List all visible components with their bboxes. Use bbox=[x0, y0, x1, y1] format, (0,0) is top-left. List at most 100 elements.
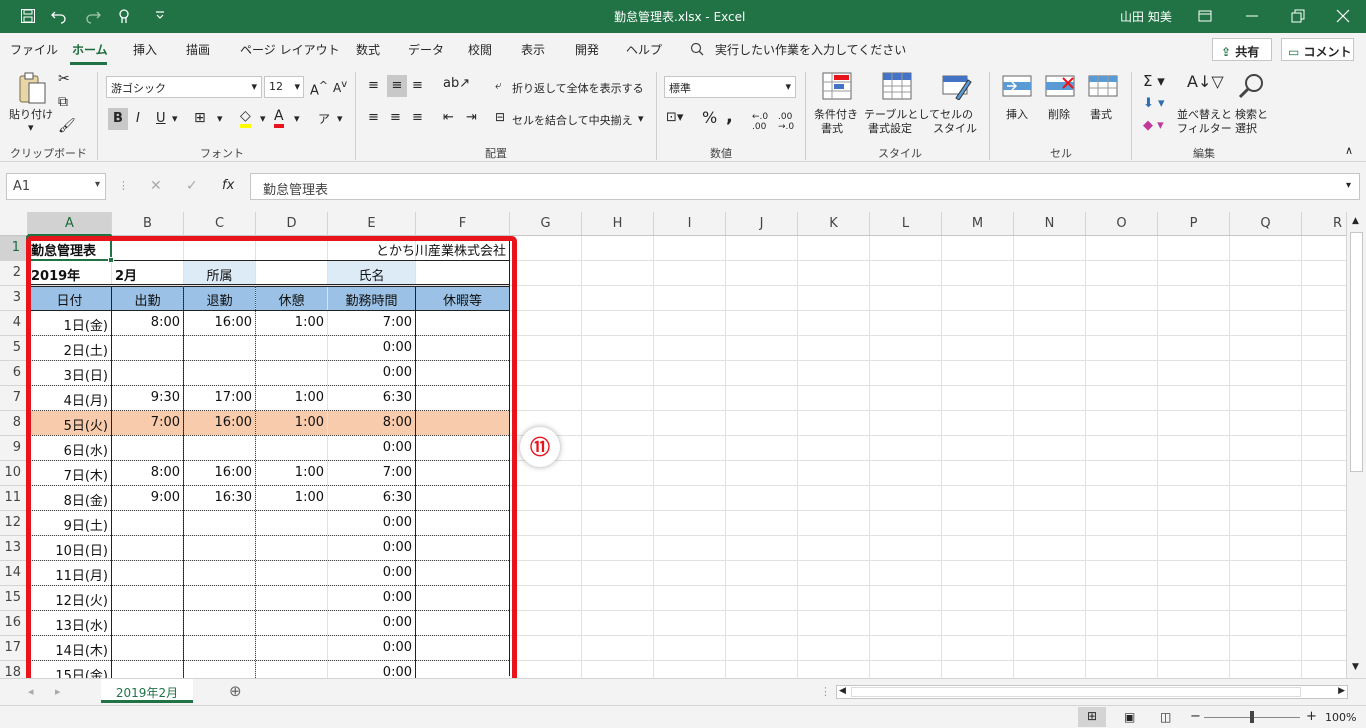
page-layout-view-icon[interactable]: ▣ bbox=[1124, 710, 1135, 724]
align-left-icon[interactable]: ≡ bbox=[368, 110, 379, 125]
copy-icon[interactable]: ⧉ bbox=[58, 94, 68, 110]
page-break-view-icon[interactable]: ◫ bbox=[1160, 710, 1171, 724]
select-all-corner[interactable] bbox=[0, 212, 28, 236]
row-header[interactable]: 18 bbox=[0, 661, 28, 678]
column-header[interactable]: P bbox=[1158, 212, 1230, 236]
underline-icon[interactable]: U bbox=[156, 111, 166, 126]
cut-icon[interactable]: ✂ bbox=[58, 71, 70, 87]
undo-icon[interactable] bbox=[50, 8, 68, 24]
merge-center-icon[interactable]: ⊟ bbox=[495, 110, 505, 124]
row-header[interactable]: 13 bbox=[0, 536, 28, 561]
align-center-icon[interactable]: ≡ bbox=[390, 110, 401, 125]
tab-draw[interactable]: 描画 bbox=[186, 41, 210, 58]
clear-icon[interactable]: ◆ ▾ bbox=[1143, 118, 1164, 133]
merge-center-label[interactable]: セルを結合して中央揃え bbox=[512, 112, 633, 128]
ribbon-display-icon[interactable] bbox=[1198, 9, 1212, 23]
zoom-out-icon[interactable]: − bbox=[1190, 709, 1201, 724]
scroll-up-icon[interactable]: ▲ bbox=[1352, 216, 1359, 226]
row-header[interactable]: 16 bbox=[0, 611, 28, 636]
increase-decimal-icon[interactable]: ←.0.00 bbox=[752, 112, 768, 132]
chevron-down-icon[interactable]: ▾ bbox=[260, 112, 266, 125]
scroll-right-icon[interactable]: ▶ bbox=[1338, 686, 1345, 696]
cell-styles-icon[interactable] bbox=[942, 72, 972, 100]
row-header[interactable]: 4 bbox=[0, 311, 28, 336]
zoom-level[interactable]: 100% bbox=[1325, 711, 1356, 724]
borders-icon[interactable]: ⊞ bbox=[194, 110, 206, 126]
conditional-format-icon[interactable] bbox=[822, 72, 852, 100]
row-header[interactable]: 7 bbox=[0, 386, 28, 411]
tab-data[interactable]: データ bbox=[408, 41, 444, 58]
row-header[interactable]: 6 bbox=[0, 361, 28, 386]
column-header[interactable]: K bbox=[798, 212, 870, 236]
formula-input[interactable]: 勤怠管理表 bbox=[250, 173, 1360, 200]
orientation-icon[interactable]: ab↗ bbox=[443, 76, 470, 91]
paste-label[interactable]: 貼り付け bbox=[9, 106, 53, 122]
find-select-label-2[interactable]: 選択 bbox=[1235, 120, 1257, 136]
row-header[interactable]: 17 bbox=[0, 636, 28, 661]
row-header[interactable]: 3 bbox=[0, 286, 28, 311]
tab-view[interactable]: 表示 bbox=[521, 41, 545, 58]
scroll-left-icon[interactable]: ◀ bbox=[839, 686, 846, 696]
sort-filter-label-2[interactable]: フィルター bbox=[1177, 120, 1232, 136]
wrap-text-label[interactable]: 折り返して全体を表示する bbox=[512, 80, 644, 96]
font-name-select[interactable]: 游ゴシック ▾ bbox=[106, 76, 262, 98]
wrap-text-icon[interactable]: ⤶ bbox=[495, 78, 502, 93]
chevron-down-icon[interactable]: ▾ bbox=[337, 112, 343, 125]
comments-button[interactable]: ▭ コメント bbox=[1281, 38, 1354, 61]
font-color-icon[interactable]: A bbox=[274, 108, 284, 128]
accounting-format-icon[interactable]: ⊡▾ bbox=[666, 110, 683, 125]
row-header[interactable]: 8 bbox=[0, 411, 28, 436]
column-header[interactable]: O bbox=[1086, 212, 1158, 236]
collapse-ribbon-icon[interactable]: ∧ bbox=[1345, 144, 1353, 157]
minimize-icon[interactable] bbox=[1245, 9, 1259, 23]
column-header[interactable]: L bbox=[870, 212, 942, 236]
vertical-scrollbar[interactable]: ▲ ▼ bbox=[1346, 212, 1366, 678]
autosum-icon[interactable]: Σ ▾ bbox=[1143, 72, 1165, 90]
format-as-table-label-2[interactable]: 書式設定 bbox=[868, 120, 912, 136]
column-header[interactable]: I bbox=[654, 212, 726, 236]
decrease-font-icon[interactable]: Av bbox=[333, 79, 347, 95]
font-size-select[interactable]: 12 ▾ bbox=[264, 76, 304, 98]
chevron-down-icon[interactable]: ▾ bbox=[638, 112, 644, 125]
column-header[interactable]: A bbox=[28, 212, 112, 236]
confirm-entry-icon[interactable]: ✓ bbox=[186, 178, 198, 194]
insert-cells-icon[interactable] bbox=[1002, 74, 1032, 98]
format-painter-icon[interactable]: 🖌 bbox=[58, 118, 76, 134]
tab-review[interactable]: 校閲 bbox=[468, 41, 492, 58]
tab-help[interactable]: ヘルプ bbox=[626, 41, 662, 58]
align-right-icon[interactable]: ≡ bbox=[412, 110, 423, 125]
column-header[interactable]: D bbox=[256, 212, 328, 236]
chevron-down-icon[interactable]: ▾ bbox=[217, 112, 223, 125]
cancel-entry-icon[interactable]: ✕ bbox=[150, 178, 162, 194]
row-header[interactable]: 9 bbox=[0, 436, 28, 461]
increase-font-icon[interactable]: A^ bbox=[310, 79, 328, 98]
sort-filter-icon[interactable]: A↓▽ bbox=[1187, 72, 1224, 91]
column-header[interactable]: G bbox=[510, 212, 582, 236]
find-select-icon[interactable] bbox=[1238, 72, 1266, 100]
insert-function-icon[interactable]: fx bbox=[222, 178, 234, 193]
next-sheet-icon[interactable]: ▸ bbox=[55, 685, 61, 698]
close-icon[interactable] bbox=[1336, 9, 1350, 23]
row-header[interactable]: 11 bbox=[0, 486, 28, 511]
cell-styles-label-2[interactable]: スタイル bbox=[933, 120, 977, 136]
column-header[interactable]: Q bbox=[1230, 212, 1302, 236]
tab-home[interactable]: ホーム bbox=[72, 41, 108, 58]
redo-icon[interactable] bbox=[84, 8, 102, 24]
user-name[interactable]: 山田 知美 bbox=[1120, 8, 1172, 25]
row-header[interactable]: 2 bbox=[0, 261, 28, 286]
decrease-indent-icon[interactable]: ⇤ bbox=[443, 110, 454, 125]
restore-icon[interactable] bbox=[1291, 9, 1305, 23]
phonetic-icon[interactable]: ア bbox=[318, 110, 330, 127]
horizontal-scrollbar[interactable]: ◀ ▶ bbox=[836, 685, 1348, 699]
column-header[interactable]: B bbox=[112, 212, 184, 236]
chevron-down-icon[interactable]: ▾ bbox=[172, 112, 178, 125]
align-bottom-icon[interactable]: ≡ bbox=[412, 78, 423, 93]
scroll-down-icon[interactable]: ▼ bbox=[1352, 662, 1359, 672]
touch-mode-icon[interactable] bbox=[116, 8, 132, 24]
tab-formulas[interactable]: 数式 bbox=[356, 41, 380, 58]
bold-button[interactable]: B bbox=[108, 108, 128, 130]
conditional-format-label-2[interactable]: 書式 bbox=[821, 120, 843, 136]
row-header[interactable]: 14 bbox=[0, 561, 28, 586]
column-header[interactable]: F bbox=[416, 212, 510, 236]
prev-sheet-icon[interactable]: ◂ bbox=[28, 685, 34, 698]
